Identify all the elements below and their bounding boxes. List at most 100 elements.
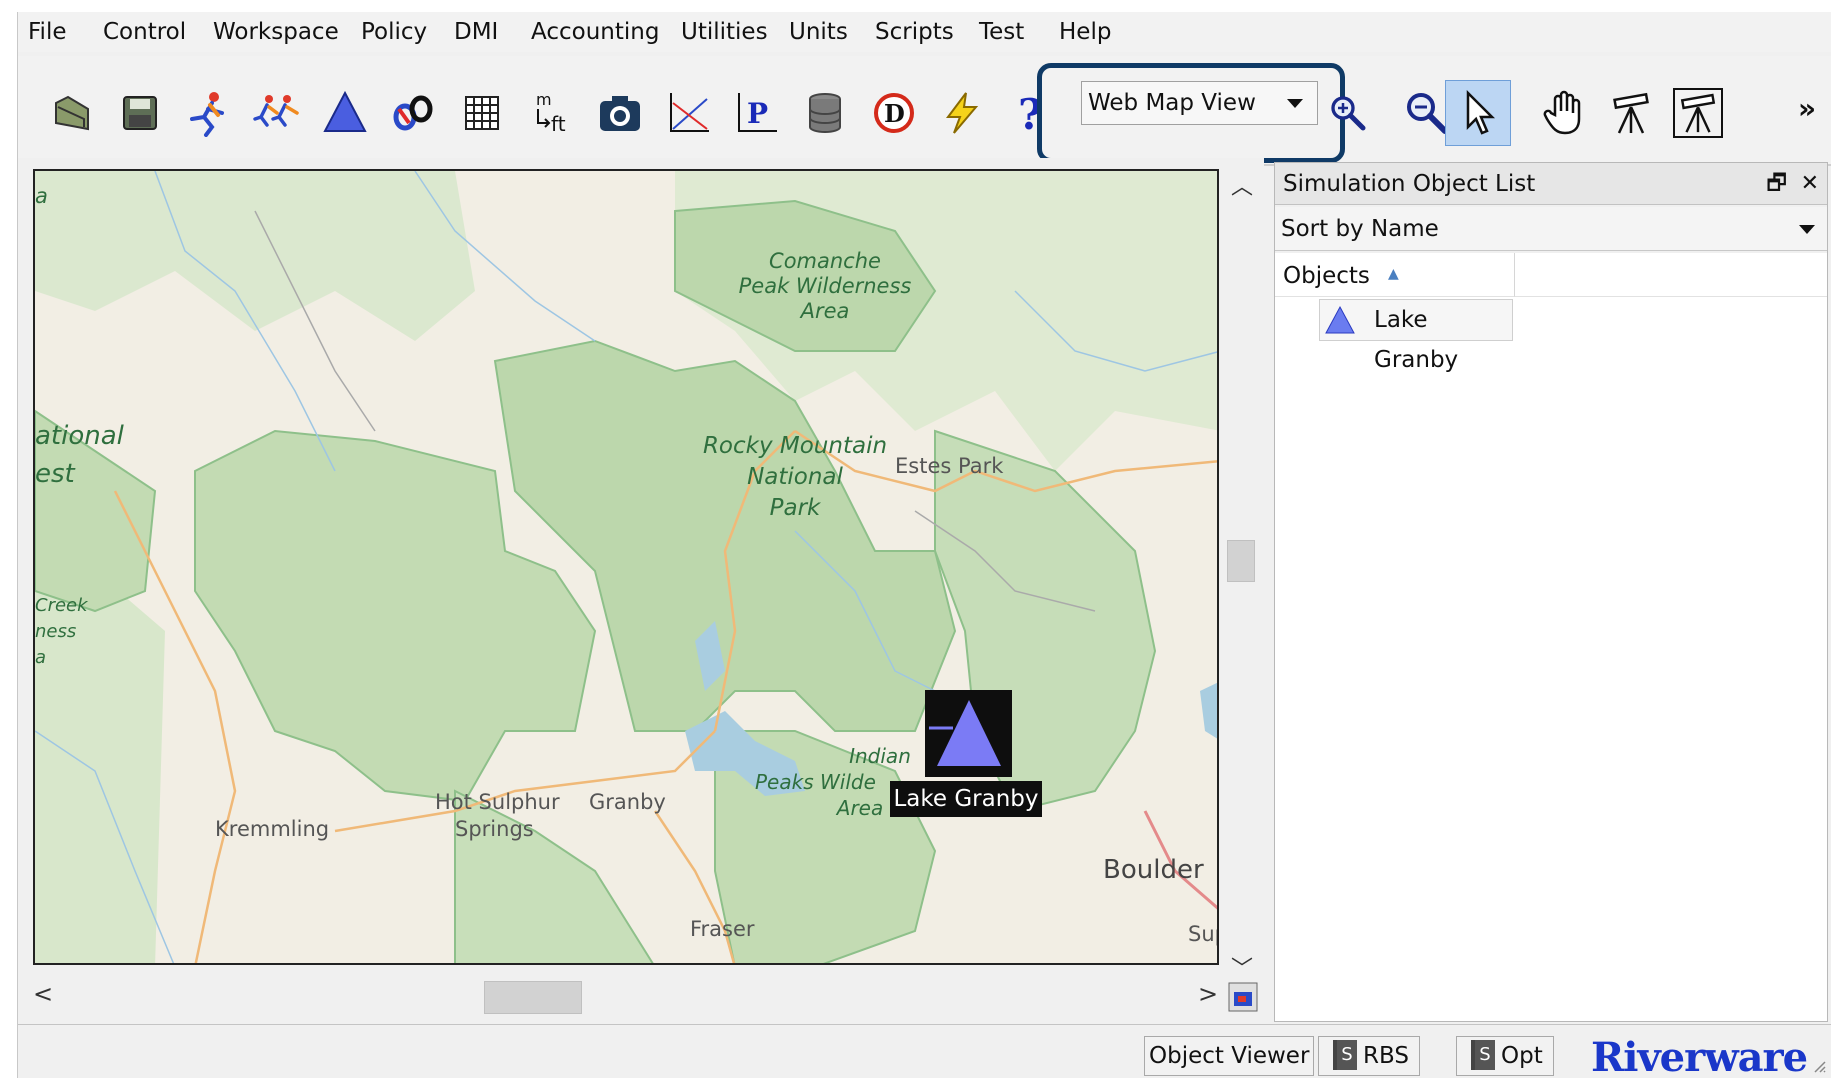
select-arrow-icon xyxy=(1466,89,1496,135)
map-label-forest-line1: ational xyxy=(35,421,124,451)
pan-tool-button[interactable] xyxy=(1536,86,1590,140)
status-bar: Object Viewer S RBS S Opt Riverware xyxy=(18,1024,1831,1078)
close-icon[interactable]: ✕ xyxy=(1801,163,1819,205)
toolbar-overflow-button[interactable]: » xyxy=(1798,92,1816,125)
svg-text:?: ? xyxy=(1018,90,1043,137)
survey-tripod-icon xyxy=(1613,92,1649,134)
menu-help[interactable]: Help xyxy=(1059,18,1111,46)
menu-bar: File Control Workspace Policy DMI Accoun… xyxy=(18,12,1831,52)
resize-grip-icon[interactable] xyxy=(1811,1058,1827,1074)
map-label-park-line3: Park xyxy=(769,495,821,521)
opt-button[interactable]: S Opt xyxy=(1456,1036,1554,1076)
web-map-view[interactable]: a Comanche Peak Wilderness Area ational … xyxy=(33,169,1219,965)
menu-units[interactable]: Units xyxy=(789,18,848,46)
menu-scripts[interactable]: Scripts xyxy=(875,18,954,46)
framed-tripod-icon xyxy=(1680,93,1716,133)
map-panel: a Comanche Peak Wilderness Area ational … xyxy=(18,158,1264,1022)
map-label-creek-line3: a xyxy=(35,647,47,668)
reservoir-triangle-icon xyxy=(928,699,1001,766)
objects-column-header[interactable]: ▲ Objects xyxy=(1275,253,1515,297)
grid-table-icon xyxy=(465,96,499,130)
run-icon xyxy=(190,92,224,137)
scroll-down-icon[interactable]: ﹀ xyxy=(1231,951,1253,983)
map-label-sup: Sup xyxy=(1188,922,1217,946)
reservoir-triangle-icon xyxy=(1325,305,1355,334)
select-tool-button[interactable] xyxy=(1445,80,1511,146)
run-button[interactable] xyxy=(181,86,235,140)
open-folder-icon xyxy=(55,95,89,131)
run-multiple-button[interactable] xyxy=(250,86,304,140)
link-button[interactable] xyxy=(386,86,440,140)
zoom-out-icon xyxy=(1407,93,1448,134)
scroll-left-icon[interactable]: < xyxy=(33,980,53,1008)
svg-text:P: P xyxy=(747,97,768,130)
dmi-button[interactable]: D xyxy=(867,86,921,140)
map-label-estes-park: Estes Park xyxy=(895,454,1004,478)
help-button[interactable]: ? xyxy=(1005,86,1059,140)
lightning-icon xyxy=(946,92,979,134)
panel-title: Simulation Object List xyxy=(1283,171,1536,197)
map-label-park-line1: Rocky Mountain xyxy=(702,433,888,459)
zoom-in-icon xyxy=(1331,96,1366,131)
opt-label: Opt xyxy=(1501,1043,1543,1069)
camera-button[interactable] xyxy=(593,86,647,140)
zoom-in-button[interactable] xyxy=(1328,86,1368,140)
restore-icon[interactable]: 🗗 xyxy=(1766,163,1787,205)
unit-conversion-button[interactable]: m ft xyxy=(523,86,577,140)
grid-table-button[interactable] xyxy=(455,86,509,140)
app-window: File Control Workspace Policy DMI Accoun… xyxy=(17,12,1831,1078)
panel-header: Simulation Object List 🗗 ✕ xyxy=(1275,163,1827,205)
save-button[interactable] xyxy=(113,86,167,140)
menu-accounting[interactable]: Accounting xyxy=(531,18,659,46)
lightning-button[interactable] xyxy=(935,86,989,140)
survey-button[interactable] xyxy=(1604,86,1658,140)
simulation-object-list-panel: Simulation Object List 🗗 ✕ Sort by Name … xyxy=(1274,162,1828,1022)
ruleset-icon: S xyxy=(1333,1040,1357,1070)
menu-utilities[interactable]: Utilities xyxy=(681,18,768,46)
sort-select[interactable]: Sort by Name xyxy=(1275,207,1827,251)
view-select[interactable]: Web Map View xyxy=(1081,81,1318,125)
tree-item-lake-granby[interactable]: Lake Granby xyxy=(1319,299,1513,373)
map-label-springs: Springs xyxy=(455,817,534,841)
rbs-label: RBS xyxy=(1363,1043,1409,1069)
run-multiple-icon xyxy=(253,95,299,127)
scroll-thumb-horizontal[interactable] xyxy=(484,981,582,1014)
policy-p-icon: P xyxy=(738,93,777,132)
plot-button[interactable] xyxy=(662,86,716,140)
policy-button[interactable]: P xyxy=(730,86,784,140)
map-label-forest-line2: est xyxy=(35,459,75,489)
map-label-boulder: Boulder xyxy=(1103,855,1204,885)
map-label-wilderness-line3: Area xyxy=(800,299,850,323)
rbs-button[interactable]: S RBS xyxy=(1318,1036,1420,1076)
object-viewer-button[interactable]: Object Viewer xyxy=(1144,1036,1315,1076)
database-button[interactable] xyxy=(798,86,852,140)
scroll-thumb[interactable] xyxy=(1227,540,1255,582)
menu-test[interactable]: Test xyxy=(979,18,1024,46)
database-icon xyxy=(809,93,841,133)
map-horizontal-scrollbar[interactable]: < > xyxy=(33,978,1219,1014)
lake-granby-node-label: Lake Granby xyxy=(890,781,1042,817)
reservoir-triangle-icon xyxy=(323,90,367,132)
reservoir-button[interactable] xyxy=(318,86,372,140)
chevron-down-icon xyxy=(1799,225,1815,234)
map-navigator-icon[interactable] xyxy=(1228,982,1258,1012)
menu-workspace[interactable]: Workspace xyxy=(213,18,339,46)
zoom-out-button[interactable] xyxy=(1398,86,1452,140)
map-vertical-scrollbar[interactable]: ︿ ﹀ xyxy=(1223,169,1257,982)
svg-text:m: m xyxy=(536,90,552,109)
open-folder-button[interactable] xyxy=(45,86,99,140)
map-label-hot-sulphur: Hot Sulphur xyxy=(435,790,560,814)
pan-hand-icon xyxy=(1543,90,1581,135)
lake-granby-node[interactable] xyxy=(925,690,1012,777)
chevron-down-icon xyxy=(1287,99,1303,108)
menu-dmi[interactable]: DMI xyxy=(454,18,498,46)
save-icon xyxy=(123,96,157,130)
scroll-up-icon[interactable]: ︿ xyxy=(1231,169,1253,201)
object-tree: ▲ Objects Lake Granby xyxy=(1275,253,1827,1021)
menu-control[interactable]: Control xyxy=(103,18,186,46)
menu-policy[interactable]: Policy xyxy=(361,18,427,46)
menu-file[interactable]: File xyxy=(28,18,67,46)
object-viewer-label: Object Viewer xyxy=(1149,1043,1310,1069)
scroll-right-icon[interactable]: > xyxy=(1198,980,1218,1008)
framed-survey-button[interactable] xyxy=(1673,88,1723,138)
